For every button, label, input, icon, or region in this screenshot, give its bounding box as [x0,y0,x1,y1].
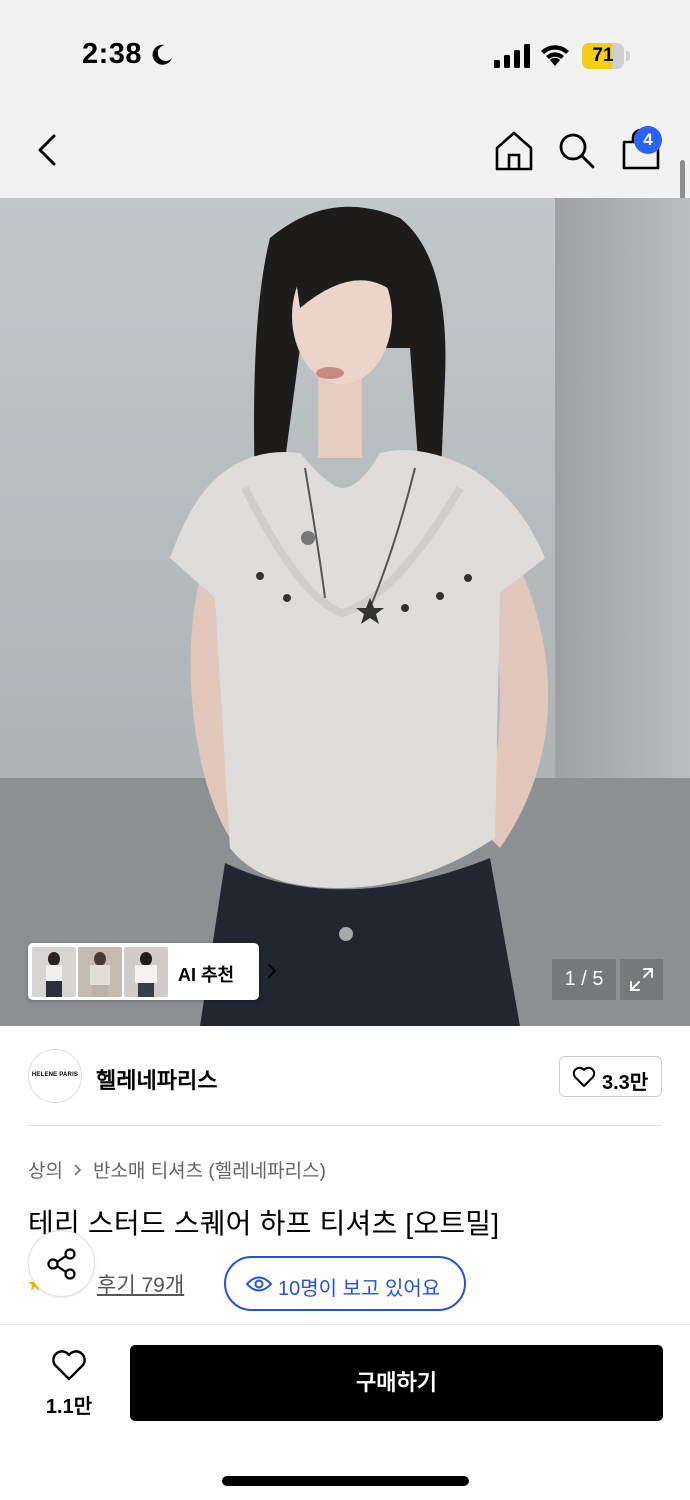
brand-logo[interactable]: HELENE PARIS [28,1049,82,1103]
chevron-right-icon [74,1163,82,1176]
expand-icon [630,968,653,991]
wishlist-count: 1.1만 [45,1396,93,1418]
status-time: 2:38 [82,38,143,70]
product-image[interactable] [0,198,690,1026]
status-bar: 2:38 71 [0,0,690,100]
home-indicator [222,1476,469,1486]
recommendation-thumbnail [124,947,168,997]
share-button[interactable] [28,1230,95,1297]
breadcrumb-category[interactable]: 상의 [28,1156,63,1183]
cart-count-badge: 4 [634,126,662,154]
chevron-right-icon [268,964,277,978]
ai-recommendation-card[interactable]: AI 추천 [28,943,277,1000]
eye-icon [246,1276,272,1292]
review-count-link[interactable]: 후기 79개 [97,1269,184,1299]
heart-icon [572,1066,596,1087]
buy-button[interactable]: 구매하기 [130,1345,663,1421]
product-title: 테리 스터드 스퀘어 하프 티셔츠 [오트밀] [28,1208,500,1239]
brand-like-count: 3.3만 [602,1072,649,1094]
live-viewers-text: 10명이 보고 있어요 [278,1278,441,1300]
divider [0,1324,690,1325]
top-navbar [0,100,690,198]
brand-logo-text: HELENE PARIS [31,1072,79,1078]
wifi-icon [541,45,569,66]
search-icon[interactable] [556,130,596,170]
back-chevron-icon[interactable] [30,132,66,168]
breadcrumb-subcategory[interactable]: 반소매 티셔츠 (헬레네파리스) [93,1156,326,1183]
ai-recommendation-label: AI 추천 [178,965,235,985]
moon-icon [152,44,172,65]
heart-icon [52,1350,86,1381]
home-icon[interactable] [494,130,534,172]
cellular-signal-icon [494,44,530,68]
product-photo [0,198,690,1026]
brand-like-button[interactable]: 3.3만 [559,1056,662,1097]
wishlist-button[interactable]: 1.1만 [40,1350,98,1420]
recommendation-thumbnail [32,947,76,997]
battery-level: 71 [592,45,614,66]
live-viewers-badge: 10명이 보고 있어요 [224,1256,466,1311]
share-icon [47,1248,76,1280]
breadcrumb: 상의 반소매 티셔츠 (헬레네파리스) [28,1156,326,1183]
divider [28,1125,662,1126]
expand-image-button[interactable] [620,959,663,1000]
image-page-counter: 1 / 5 [552,959,616,1000]
recommendation-thumbnail [78,947,122,997]
battery-icon: 71 [582,43,630,69]
brand-name[interactable]: 헬레네파리스 [96,1063,217,1095]
